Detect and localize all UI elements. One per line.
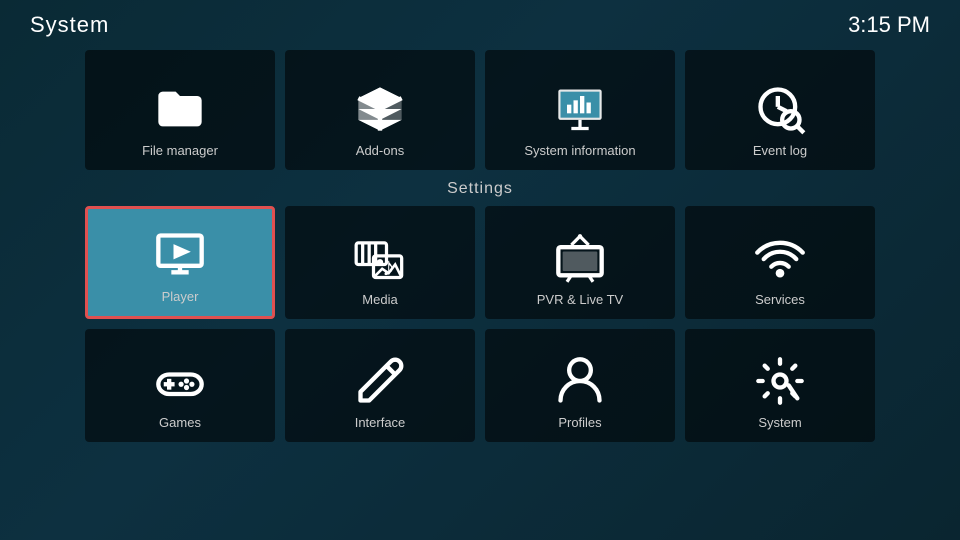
header: System 3:15 PM xyxy=(0,0,960,50)
tile-add-ons-label: Add-ons xyxy=(356,143,404,158)
tile-event-log[interactable]: Event log xyxy=(685,50,875,170)
settings-row-2: Games Interface Profiles xyxy=(0,329,960,442)
settings-row-1: Player ♪ Media xyxy=(0,206,960,319)
tile-pvr-live-tv[interactable]: PVR & Live TV xyxy=(485,206,675,319)
settings-label: Settings xyxy=(0,180,960,198)
page-title: System xyxy=(30,12,109,38)
wifi-icon xyxy=(754,232,806,284)
tile-services[interactable]: Services xyxy=(685,206,875,319)
top-tiles-row: File manager Add-ons xyxy=(0,50,960,170)
tile-profiles[interactable]: Profiles xyxy=(485,329,675,442)
gear-fork-icon xyxy=(754,355,806,407)
tile-player[interactable]: Player xyxy=(85,206,275,319)
tile-event-log-label: Event log xyxy=(753,143,807,158)
person-icon xyxy=(554,355,606,407)
clock: 3:15 PM xyxy=(848,12,930,38)
tile-player-label: Player xyxy=(162,289,199,304)
tile-pvr-label: PVR & Live TV xyxy=(537,292,623,307)
tile-system-label: System xyxy=(758,415,801,430)
tile-interface-label: Interface xyxy=(355,415,406,430)
gamepad-icon xyxy=(154,355,206,407)
tile-services-label: Services xyxy=(755,292,805,307)
box-icon xyxy=(354,83,406,135)
tile-media[interactable]: ♪ Media xyxy=(285,206,475,319)
tile-system-info-label: System information xyxy=(524,143,635,158)
clock-search-icon xyxy=(754,83,806,135)
tile-add-ons[interactable]: Add-ons xyxy=(285,50,475,170)
tile-system-information[interactable]: System information xyxy=(485,50,675,170)
tile-system[interactable]: System xyxy=(685,329,875,442)
tile-file-manager[interactable]: File manager xyxy=(85,50,275,170)
tile-profiles-label: Profiles xyxy=(558,415,601,430)
tile-file-manager-label: File manager xyxy=(142,143,218,158)
pencil-icon xyxy=(354,355,406,407)
tv-icon xyxy=(554,232,606,284)
media-icon: ♪ xyxy=(354,232,406,284)
tile-games[interactable]: Games xyxy=(85,329,275,442)
tile-media-label: Media xyxy=(362,292,397,307)
monitor-play-icon xyxy=(154,229,206,281)
tile-interface[interactable]: Interface xyxy=(285,329,475,442)
chart-icon xyxy=(554,83,606,135)
tile-games-label: Games xyxy=(159,415,201,430)
folder-icon xyxy=(154,83,206,135)
